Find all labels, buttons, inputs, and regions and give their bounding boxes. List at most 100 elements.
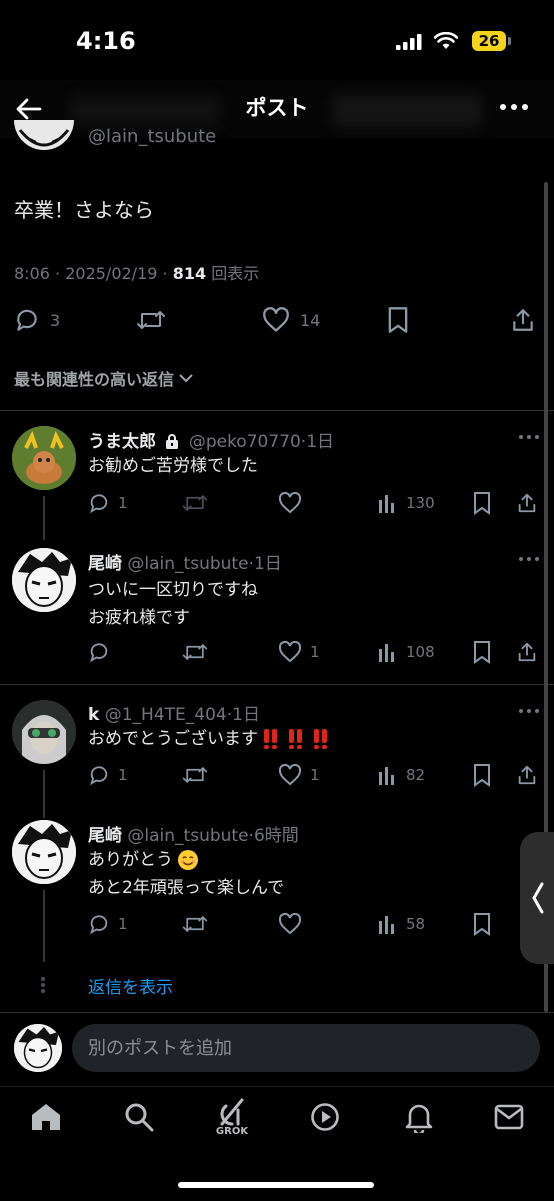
battery-cap xyxy=(508,37,511,45)
reply-count: 1 xyxy=(118,494,128,512)
more-button[interactable] xyxy=(498,95,530,119)
avatar[interactable] xyxy=(12,700,76,764)
more-icon[interactable] xyxy=(518,556,540,562)
retweet-button[interactable] xyxy=(182,761,208,789)
reply-button[interactable]: 1 xyxy=(88,910,128,938)
bookmark-icon xyxy=(474,641,490,664)
bookmark-button[interactable] xyxy=(386,304,410,336)
wifi-icon xyxy=(434,32,458,50)
retweet-icon xyxy=(182,916,208,932)
reply-icon xyxy=(90,915,108,935)
reply-header: うま太郎 @peko70770·1日 xyxy=(88,432,335,452)
search-icon xyxy=(125,1103,154,1132)
compose-input[interactable] xyxy=(72,1024,540,1072)
avatar[interactable] xyxy=(12,820,76,884)
views-icon xyxy=(379,495,394,513)
handle[interactable]: @1_H4TE_404 xyxy=(105,705,227,725)
display-name[interactable]: 尾崎 xyxy=(88,554,122,574)
reply-button[interactable]: 1 xyxy=(88,761,128,789)
display-name[interactable]: うま太郎 xyxy=(88,432,156,452)
nav-search[interactable] xyxy=(124,1102,154,1132)
nav-notifications[interactable] xyxy=(404,1101,434,1133)
display-name[interactable]: k xyxy=(88,705,99,725)
avatar[interactable] xyxy=(12,548,76,612)
reply-icon xyxy=(90,494,108,514)
post-text: 卒業！さよなら xyxy=(14,198,154,222)
like-button[interactable]: 14 xyxy=(262,304,320,336)
author-handle[interactable]: @lain_tsubute xyxy=(88,126,216,147)
view-count: 814 xyxy=(172,264,207,283)
handle[interactable]: @peko70770 xyxy=(189,432,301,452)
author-avatar[interactable] xyxy=(14,120,74,156)
grok-icon xyxy=(220,1098,244,1126)
like-icon xyxy=(263,307,289,332)
like-icon xyxy=(278,492,302,514)
reply-icon xyxy=(17,309,37,331)
more-icon[interactable] xyxy=(518,708,540,714)
video-icon xyxy=(311,1103,339,1131)
views-count: 58 xyxy=(406,915,426,933)
retweet-icon xyxy=(137,311,165,329)
home-indicator[interactable] xyxy=(178,1182,374,1188)
my-avatar[interactable] xyxy=(14,1024,62,1072)
bookmark-button[interactable] xyxy=(472,638,492,666)
nav-video[interactable] xyxy=(310,1102,340,1132)
show-replies-link[interactable]: 返信を表示 xyxy=(88,973,173,998)
share-button[interactable] xyxy=(516,638,538,666)
bookmark-button[interactable] xyxy=(472,489,492,517)
bookmark-button[interactable] xyxy=(472,910,492,938)
lock-icon xyxy=(166,434,179,449)
like-icon xyxy=(278,764,302,786)
smiling-face-icon xyxy=(178,850,198,870)
post-date: 2025/02/19 xyxy=(65,264,158,283)
nav-home[interactable] xyxy=(30,1102,62,1132)
retweet-button[interactable] xyxy=(136,304,166,336)
retweet-button[interactable] xyxy=(182,910,208,938)
handle[interactable]: @lain_tsubute xyxy=(127,554,248,574)
view-label: 回表示 xyxy=(211,264,260,283)
share-button[interactable] xyxy=(510,304,536,336)
like-button[interactable]: 1 xyxy=(278,638,320,666)
nav-grok[interactable]: GROK xyxy=(214,1096,250,1137)
bookmark-icon xyxy=(474,913,490,936)
like-button[interactable]: 1 xyxy=(278,761,320,789)
reply-text-line: あと2年頑張って楽しんで xyxy=(88,878,285,898)
retweet-button[interactable] xyxy=(182,638,208,666)
nav-messages[interactable] xyxy=(494,1104,524,1130)
avatar[interactable] xyxy=(12,426,76,490)
reply-button[interactable]: 3 xyxy=(14,304,60,336)
retweet-button[interactable] xyxy=(182,489,208,517)
more-icon[interactable] xyxy=(518,434,540,440)
retweet-icon xyxy=(182,767,208,783)
display-name[interactable]: 尾崎 xyxy=(88,826,122,846)
handle[interactable]: @lain_tsubute xyxy=(127,826,248,846)
like-button[interactable] xyxy=(278,910,302,938)
side-panel-handle[interactable] xyxy=(520,832,554,964)
bookmark-button[interactable] xyxy=(472,761,492,789)
views-button[interactable]: 130 xyxy=(378,489,435,517)
share-icon xyxy=(518,493,536,513)
reply-text-line: お疲れ様です xyxy=(88,608,190,628)
chevron-left-icon xyxy=(532,882,544,914)
share-button[interactable] xyxy=(516,761,538,789)
bell-icon xyxy=(405,1104,433,1133)
views-icon xyxy=(379,916,394,934)
status-time: 4:16 xyxy=(76,27,136,55)
reply-header: 尾崎 @lain_tsubute·1日 xyxy=(88,554,282,574)
double-exclamation-icon xyxy=(264,729,327,749)
sort-label: 最も関連性の高い返信 xyxy=(14,370,175,389)
reply-text: お勧めご苦労様でした xyxy=(88,456,258,476)
views-count: 108 xyxy=(406,643,435,661)
views-button[interactable]: 108 xyxy=(378,638,435,666)
age: 6時間 xyxy=(253,826,299,846)
views-count: 130 xyxy=(406,494,435,512)
share-button[interactable] xyxy=(516,489,538,517)
views-button[interactable]: 58 xyxy=(378,910,425,938)
like-button[interactable] xyxy=(278,489,302,517)
reply-count: 1 xyxy=(118,915,128,933)
reply-button[interactable]: 1 xyxy=(88,489,128,517)
reply-sort-dropdown[interactable]: 最も関連性の高い返信 xyxy=(14,366,194,390)
views-button[interactable]: 82 xyxy=(378,761,425,789)
reply-button[interactable] xyxy=(88,638,110,666)
share-icon xyxy=(513,309,533,331)
